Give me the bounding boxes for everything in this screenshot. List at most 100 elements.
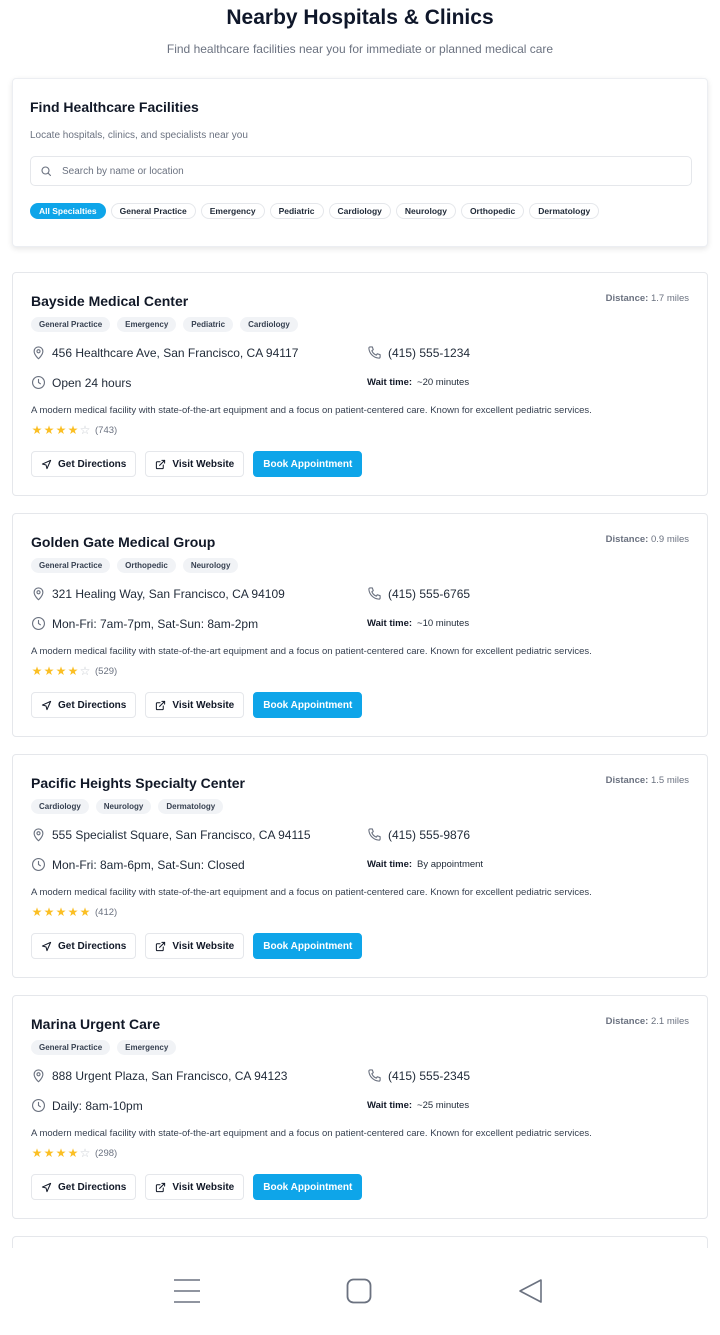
- facility-name[interactable]: Marina Urgent Care: [31, 1016, 160, 1032]
- facility-phone[interactable]: (415) 555-1234: [367, 345, 470, 360]
- facility-distance: Distance: 2.1 miles: [606, 1016, 689, 1027]
- distance-label: Distance:: [605, 293, 649, 304]
- navigation-arrow-icon: [41, 459, 52, 469]
- review-count: (529): [95, 665, 118, 677]
- wait-time-value: ~25 minutes: [417, 1100, 470, 1111]
- visit-website-label: Visit Website: [172, 940, 235, 952]
- address-text: 321 Healing Way, San Francisco, CA 94109: [52, 586, 285, 601]
- get-directions-button[interactable]: Get Directions: [31, 692, 137, 718]
- page-title: Nearby Hospitals & Clinics: [226, 6, 494, 29]
- star-filled-icon: ★: [67, 1146, 79, 1160]
- address-text: 888 Urgent Plaza, San Francisco, CA 9412…: [52, 1068, 288, 1083]
- get-directions-label: Get Directions: [58, 458, 127, 470]
- facility-address: 555 Specialist Square, San Francisco, CA…: [31, 827, 311, 842]
- get-directions-button[interactable]: Get Directions: [31, 451, 137, 477]
- back-icon[interactable]: [518, 1278, 544, 1304]
- facility-name[interactable]: Bayside Medical Center: [31, 293, 188, 309]
- phone-text[interactable]: (415) 555-9876: [388, 828, 470, 842]
- specialty-filters: All Specialties General Practice Emergency…: [30, 203, 600, 219]
- book-appointment-button[interactable]: Book Appointment: [253, 1174, 363, 1200]
- star-filled-icon: ★: [55, 1146, 67, 1160]
- address-text: 456 Healthcare Ave, San Francisco, CA 94…: [52, 345, 299, 360]
- book-appointment-label: Book Appointment: [263, 699, 353, 711]
- distance-value: 1.5 miles: [650, 775, 689, 786]
- facility-card: Pacific Heights Specialty Center Distance…: [12, 754, 708, 978]
- facility-phone[interactable]: (415) 555-6765: [367, 586, 470, 601]
- hours-text: Daily: 8am-10pm: [52, 1098, 143, 1113]
- filter-chip-neurology[interactable]: Neurology: [395, 203, 456, 219]
- filter-chip-dermatology[interactable]: Dermatology: [529, 203, 600, 219]
- search-box[interactable]: [30, 156, 692, 186]
- filter-chip-cardiology[interactable]: Cardiology: [328, 203, 391, 219]
- visit-website-button[interactable]: Visit Website: [145, 1174, 245, 1200]
- facility-rating: ★ ★ ★ ★ ☆ (529): [31, 664, 118, 678]
- facility-card: Marina Urgent Care Distance: 2.1 miles Gen…: [12, 995, 708, 1219]
- phone-text[interactable]: (415) 555-2345: [388, 1069, 470, 1083]
- phone-text[interactable]: (415) 555-6765: [388, 587, 470, 601]
- filter-chip-pediatric[interactable]: Pediatric: [269, 203, 324, 219]
- filter-chip-general-practice[interactable]: General Practice: [110, 203, 196, 219]
- phone-text[interactable]: (415) 555-1234: [388, 346, 470, 360]
- facility-hours: Mon-Fri: 7am-7pm, Sat-Sun: 8am-2pm: [31, 616, 258, 631]
- specialty-tag: General Practice: [31, 317, 111, 332]
- search-icon: [41, 166, 52, 177]
- star-filled-icon: ★: [67, 664, 79, 678]
- facility-address: 321 Healing Way, San Francisco, CA 94109: [31, 586, 285, 601]
- specialty-tags: General Practice Emergency: [31, 1040, 177, 1055]
- get-directions-label: Get Directions: [58, 1181, 127, 1193]
- visit-website-button[interactable]: Visit Website: [145, 933, 245, 959]
- phone-icon: [368, 346, 381, 359]
- clock-icon: [32, 858, 45, 871]
- book-appointment-button[interactable]: Book Appointment: [253, 451, 363, 477]
- book-appointment-button[interactable]: Book Appointment: [253, 692, 363, 718]
- external-link-icon: [156, 459, 166, 469]
- facility-phone[interactable]: (415) 555-9876: [367, 827, 470, 842]
- search-input[interactable]: [62, 165, 662, 177]
- review-count: (298): [95, 1147, 118, 1159]
- specialty-tags: General Practice Orthopedic Neurology: [31, 558, 239, 573]
- facility-actions: Get Directions Visit Website Book Appointm…: [31, 692, 363, 718]
- book-appointment-label: Book Appointment: [263, 940, 353, 952]
- get-directions-button[interactable]: Get Directions: [31, 1174, 137, 1200]
- specialty-tag: Pediatric: [183, 317, 234, 332]
- menu-icon[interactable]: [174, 1278, 200, 1304]
- specialty-tags: General Practice Emergency Pediatric Cardio…: [31, 317, 298, 332]
- distance-label: Distance:: [605, 534, 649, 545]
- distance-value: 0.9 miles: [650, 534, 689, 545]
- filter-chip-all-specialties[interactable]: All Specialties: [30, 203, 106, 219]
- visit-website-button[interactable]: Visit Website: [145, 451, 245, 477]
- facility-description: A modern medical facility with state-of-…: [31, 646, 592, 657]
- filter-chip-emergency[interactable]: Emergency: [200, 203, 265, 219]
- facility-name[interactable]: Golden Gate Medical Group: [31, 534, 215, 550]
- navigation-arrow-icon: [41, 1182, 52, 1192]
- wait-time-label: Wait time:: [367, 377, 413, 388]
- facility-wait-time: Wait time: ~20 minutes: [367, 377, 469, 388]
- specialty-tag: Dermatology: [158, 799, 224, 814]
- facility-phone[interactable]: (415) 555-2345: [367, 1068, 470, 1083]
- facility-actions: Get Directions Visit Website Book Appointm…: [31, 933, 363, 959]
- hours-text: Mon-Fri: 7am-7pm, Sat-Sun: 8am-2pm: [52, 616, 259, 631]
- facility-name[interactable]: Pacific Heights Specialty Center: [31, 775, 245, 791]
- facility-wait-time: Wait time: By appointment: [367, 859, 483, 870]
- star-filled-icon: ★: [55, 664, 67, 678]
- specialty-tag: Emergency: [117, 317, 177, 332]
- distance-label: Distance:: [605, 775, 649, 786]
- facility-address: 456 Healthcare Ave, San Francisco, CA 94…: [31, 345, 298, 360]
- visit-website-button[interactable]: Visit Website: [145, 692, 245, 718]
- specialty-tag: Emergency: [117, 1040, 177, 1055]
- star-filled-icon: ★: [31, 905, 43, 919]
- facility-hours: Open 24 hours: [31, 375, 131, 390]
- facility-distance: Distance: 0.9 miles: [606, 534, 689, 545]
- star-filled-icon: ★: [55, 423, 67, 437]
- star-filled-icon: ★: [43, 423, 55, 437]
- hours-text: Mon-Fri: 8am-6pm, Sat-Sun: Closed: [52, 857, 245, 872]
- specialty-tag: Orthopedic: [117, 558, 176, 573]
- get-directions-button[interactable]: Get Directions: [31, 933, 137, 959]
- filter-chip-orthopedic[interactable]: Orthopedic: [460, 203, 525, 219]
- star-filled-icon: ★: [31, 664, 43, 678]
- clock-icon: [32, 617, 45, 630]
- address-text: 555 Specialist Square, San Francisco, CA…: [52, 827, 311, 842]
- home-icon[interactable]: [346, 1278, 372, 1304]
- page-header: Nearby Hospitals & Clinics Find healthca…: [0, 0, 720, 56]
- book-appointment-button[interactable]: Book Appointment: [253, 933, 363, 959]
